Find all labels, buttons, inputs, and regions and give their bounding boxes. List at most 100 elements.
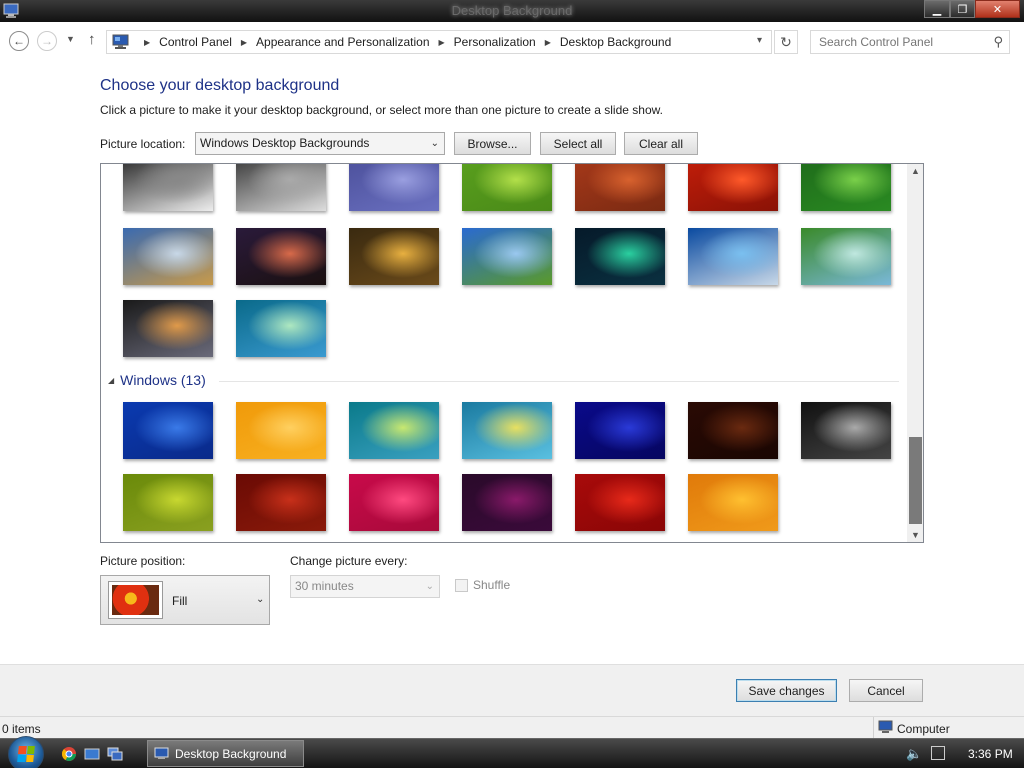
wallpaper-thumbnail-deep-blue[interactable] (575, 402, 665, 459)
chevron-down-icon: ⌄ (425, 581, 434, 592)
picture-location-label: Picture location: (100, 137, 186, 151)
window-title: Desktop Background (451, 3, 573, 18)
taskbar-clock[interactable]: 3:36 PM (968, 747, 1013, 761)
wallpaper-thumbnail-aurora[interactable] (575, 228, 665, 285)
control-panel-window: ← → ▼ ↑ ▶ Control Panel ▶ Appearance and… (0, 22, 1024, 739)
gallery-scrollbar[interactable]: ▲ ▼ (907, 164, 923, 542)
wallpaper-thumbnail-vista-aurora[interactable] (236, 300, 326, 357)
page-description: Click a picture to make it your desktop … (100, 103, 663, 117)
close-button[interactable]: ✕ (975, 0, 1020, 18)
volume-muted-icon[interactable]: 🔈 (906, 746, 922, 762)
taskbar-item-label: Desktop Background (175, 746, 287, 761)
checkbox-icon[interactable] (455, 578, 468, 592)
refresh-icon: ↻ (780, 33, 792, 50)
taskbar: Desktop Background 🔈 3:36 PM (0, 736, 1024, 768)
close-icon: ✕ (992, 3, 1003, 16)
wallpaper-thumbnail-sunset-city[interactable] (236, 228, 326, 285)
wallpaper-thumbnail-pebbles[interactable] (349, 164, 439, 211)
wallpaper-thumbnail-windows7-logo[interactable] (462, 402, 552, 459)
wallpaper-thumbnail-orange-origami[interactable] (236, 402, 326, 459)
wallpaper-thumbnail-red-swirl[interactable] (575, 474, 665, 531)
wallpaper-thumbnail-green-leaf[interactable] (462, 164, 552, 211)
minimize-icon: ▁ (932, 3, 942, 16)
wallpaper-thumbnail-wood-knot[interactable] (575, 164, 665, 211)
change-interval-value: 30 minutes (295, 579, 354, 593)
breadcrumb-control-panel[interactable]: Control Panel (159, 35, 232, 49)
wallpaper-thumbnail-blue-swirl[interactable] (123, 402, 213, 459)
recent-locations-button[interactable]: ▼ (66, 34, 75, 44)
network-icon[interactable] (931, 746, 945, 760)
wallpaper-thumbnail-rock-reflection[interactable] (123, 300, 213, 357)
wallpaper-thumbnail-dark-red-swirl[interactable] (236, 474, 326, 531)
start-button[interactable] (8, 736, 44, 768)
picture-position-label: Picture position: (100, 554, 186, 568)
arrow-up-icon: ↑ (88, 31, 96, 48)
up-button[interactable]: ↑ (88, 31, 96, 48)
wallpaper-thumbnail-black-white-swirl[interactable] (801, 402, 891, 459)
back-button[interactable]: ← (9, 31, 29, 51)
shuffle-checkbox[interactable]: Shuffle (455, 578, 510, 592)
picture-position-value: Fill (172, 594, 188, 608)
breadcrumb-appearance[interactable]: Appearance and Personalization (256, 35, 429, 49)
wallpaper-thumbnail-bamboo[interactable] (801, 164, 891, 211)
breadcrumb-separator-icon[interactable]: ▶ (144, 38, 150, 47)
refresh-button[interactable]: ↻ (774, 30, 798, 54)
restore-button[interactable]: ❐ (950, 0, 975, 18)
cancel-button[interactable]: Cancel (849, 679, 923, 702)
picture-position-select[interactable]: Fill ⌄ (100, 575, 270, 625)
wallpaper-thumbnail-olive-swirl[interactable] (123, 474, 213, 531)
scroll-up-icon[interactable]: ▲ (907, 166, 923, 176)
change-interval-select[interactable]: 30 minutes ⌄ (290, 575, 440, 598)
breadcrumb-separator-icon[interactable]: ▶ (545, 38, 551, 47)
arrow-left-icon: ← (13, 34, 25, 48)
restore-icon: ❐ (957, 3, 968, 16)
wallpaper-thumbnail-brown-swirl[interactable] (688, 402, 778, 459)
group-header-windows[interactable]: ◢ Windows (13) (108, 372, 206, 388)
search-input[interactable] (811, 31, 981, 53)
computer-icon (878, 720, 893, 733)
status-item-count: 0 items (2, 722, 41, 736)
breadcrumb-personalization[interactable]: Personalization (454, 35, 536, 49)
save-changes-button[interactable]: Save changes (736, 679, 837, 702)
wallpaper-thumbnail-palm-frond[interactable] (801, 228, 891, 285)
wallpaper-thumbnail-red-flower[interactable] (688, 164, 778, 211)
clear-all-button[interactable]: Clear all (624, 132, 698, 155)
select-all-button[interactable]: Select all (540, 132, 616, 155)
collapse-triangle-icon[interactable]: ◢ (108, 376, 114, 385)
breadcrumb-separator-icon[interactable]: ▶ (241, 38, 247, 47)
wallpaper-thumbnail-purple-swirl[interactable] (462, 474, 552, 531)
wallpaper-thumbnail-green-hills[interactable] (462, 228, 552, 285)
show-desktop-icon[interactable] (84, 746, 100, 762)
wallpaper-thumbnail-fish-school[interactable] (688, 228, 778, 285)
minimize-button[interactable]: ▁ (924, 0, 950, 18)
chevron-down-icon: ⌄ (256, 594, 265, 605)
wallpaper-thumbnail-black-white-rocks[interactable] (236, 164, 326, 211)
wallpaper-thumbnail-amber-swirl[interactable] (688, 474, 778, 531)
change-interval-label: Change picture every: (290, 554, 408, 568)
chevron-down-icon: ▼ (66, 34, 75, 44)
address-bar[interactable]: ▶ Control Panel ▶ Appearance and Persona… (106, 30, 772, 54)
taskbar-item-desktop-background[interactable]: Desktop Background (147, 740, 304, 767)
address-dropdown-icon[interactable]: ▾ (757, 35, 762, 46)
navigation-bar: ← → ▼ ↑ ▶ Control Panel ▶ Appearance and… (0, 22, 1024, 60)
arrow-right-icon: → (41, 34, 53, 48)
picture-location-select[interactable]: Windows Desktop Backgrounds ⌄ (195, 132, 445, 155)
wallpaper-thumbnail-vista-green[interactable] (349, 402, 439, 459)
browse-button[interactable]: Browse... (454, 132, 531, 155)
scroll-down-icon[interactable]: ▼ (907, 530, 923, 540)
switch-windows-icon[interactable] (107, 746, 123, 762)
scrollbar-thumb[interactable] (909, 437, 922, 524)
chrome-icon[interactable] (61, 746, 77, 762)
breadcrumb-separator-icon[interactable]: ▶ (439, 38, 445, 47)
wallpaper-thumbnail-pink-swirl[interactable] (349, 474, 439, 531)
windows-logo-icon (17, 746, 35, 762)
status-divider (873, 717, 874, 739)
breadcrumb-desktop-background[interactable]: Desktop Background (560, 35, 671, 49)
forward-button[interactable]: → (37, 31, 57, 51)
wallpaper-thumbnail-black-white-trees[interactable] (123, 164, 213, 211)
page-title: Choose your desktop background (100, 77, 340, 94)
wallpaper-thumbnail-golden-beach[interactable] (349, 228, 439, 285)
search-box[interactable]: ⚲ (810, 30, 1010, 54)
wallpaper-thumbnail-mountain-lake[interactable] (123, 228, 213, 285)
search-icon[interactable]: ⚲ (993, 34, 1003, 50)
